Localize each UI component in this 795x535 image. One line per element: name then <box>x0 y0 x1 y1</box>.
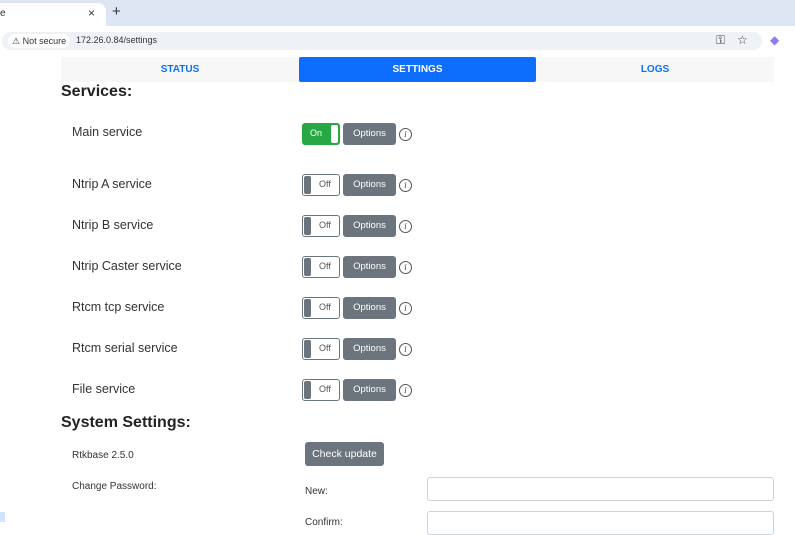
confirm-password-label: Confirm: <box>305 517 343 528</box>
toggle-state: Off <box>319 343 331 353</box>
change-password-label: Change Password: <box>72 481 157 492</box>
file-service-options-button[interactable]: Options <box>343 379 396 401</box>
service-label-file: File service <box>72 382 136 396</box>
ntrip-a-service-options-button[interactable]: Options <box>343 174 396 196</box>
ntrip-caster-service-options-button[interactable]: Options <box>343 256 396 278</box>
service-label-ntrip-b: Ntrip B service <box>72 218 154 232</box>
toggle-knob <box>304 258 311 276</box>
confirm-password-input[interactable] <box>427 511 774 535</box>
info-icon[interactable]: i <box>399 261 412 274</box>
toggle-knob <box>304 217 311 235</box>
info-icon[interactable]: i <box>399 302 412 315</box>
info-icon[interactable]: i <box>399 384 412 397</box>
service-label-ntrip-a: Ntrip A service <box>72 177 152 191</box>
tab-title: e <box>0 8 6 19</box>
toggle-state: Off <box>319 302 331 312</box>
side-panel-edge <box>0 512 5 522</box>
ntrip-b-service-options-button[interactable]: Options <box>343 215 396 237</box>
browser-tab[interactable]: e × <box>0 3 106 26</box>
url-text[interactable]: 172.26.0.84/settings <box>76 35 157 45</box>
main-service-toggle[interactable]: On <box>302 123 340 145</box>
system-settings-heading: System Settings: <box>61 414 191 431</box>
toggle-state: Off <box>319 384 331 394</box>
toggle-knob <box>304 381 311 399</box>
toggle-state: Off <box>319 261 331 271</box>
ntrip-a-service-toggle[interactable]: Off <box>302 174 340 196</box>
new-password-label: New: <box>305 486 328 497</box>
service-label-ntrip-caster: Ntrip Caster service <box>72 259 182 273</box>
info-icon[interactable]: i <box>399 128 412 141</box>
services-heading: Services: <box>61 83 133 100</box>
toggle-knob <box>331 125 338 143</box>
extension-icon[interactable]: ◆ <box>770 33 779 47</box>
new-password-input[interactable] <box>427 477 774 501</box>
service-label-main: Main service <box>72 125 143 139</box>
service-label-rtcm-serial: Rtcm serial service <box>72 341 178 355</box>
key-icon[interactable]: ⚿ <box>716 33 725 48</box>
main-service-options-button[interactable]: Options <box>343 123 396 145</box>
star-icon[interactable]: ☆ <box>737 33 748 47</box>
info-icon[interactable]: i <box>399 343 412 356</box>
file-service-toggle[interactable]: Off <box>302 379 340 401</box>
info-icon[interactable]: i <box>399 179 412 192</box>
tab-logs[interactable]: LOGS <box>536 57 774 82</box>
toggle-state: On <box>310 128 323 138</box>
toggle-knob <box>304 176 311 194</box>
rtcm-tcp-service-toggle[interactable]: Off <box>302 297 340 319</box>
new-tab-icon[interactable]: + <box>112 3 121 20</box>
toggle-knob <box>304 299 311 317</box>
check-update-button[interactable]: Check update <box>305 442 384 466</box>
close-icon[interactable]: × <box>88 6 95 20</box>
toggle-state: Off <box>319 179 331 189</box>
info-icon[interactable]: i <box>399 220 412 233</box>
not-secure-chip[interactable]: ⚠ Not secure <box>8 34 71 48</box>
rtcm-serial-service-toggle[interactable]: Off <box>302 338 340 360</box>
tab-status[interactable]: STATUS <box>61 57 299 82</box>
rtcm-serial-service-options-button[interactable]: Options <box>343 338 396 360</box>
version-label: Rtkbase 2.5.0 <box>72 450 134 461</box>
tab-settings[interactable]: SETTINGS <box>299 57 536 82</box>
main-nav: STATUS SETTINGS LOGS <box>61 57 774 82</box>
toggle-knob <box>304 340 311 358</box>
address-bar[interactable]: ⚠ Not secure 172.26.0.84/settings <box>2 32 762 50</box>
toggle-state: Off <box>319 220 331 230</box>
rtcm-tcp-service-options-button[interactable]: Options <box>343 297 396 319</box>
ntrip-caster-service-toggle[interactable]: Off <box>302 256 340 278</box>
ntrip-b-service-toggle[interactable]: Off <box>302 215 340 237</box>
service-label-rtcm-tcp: Rtcm tcp service <box>72 300 165 314</box>
